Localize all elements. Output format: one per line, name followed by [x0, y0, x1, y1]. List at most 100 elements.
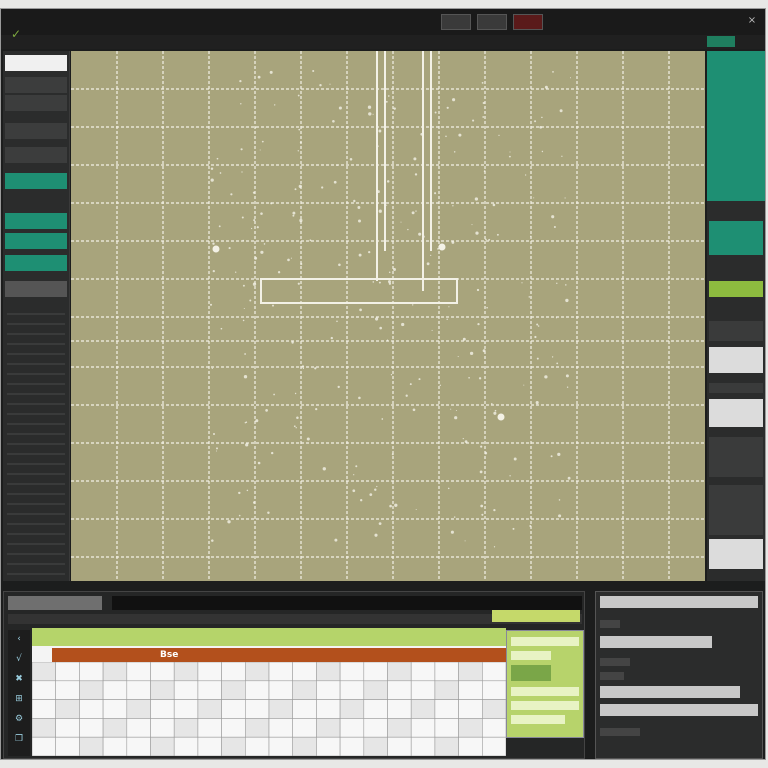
properties-row[interactable]	[511, 651, 551, 660]
tool-back-icon[interactable]: ‹	[11, 632, 27, 646]
spreadsheet-cell[interactable]	[268, 736, 294, 756]
spreadsheet-cell[interactable]	[387, 680, 412, 700]
left-panel-item[interactable]	[5, 213, 67, 229]
left-panel-item[interactable]	[5, 173, 67, 189]
spreadsheet-cell[interactable]	[316, 736, 341, 756]
spreadsheet-cell[interactable]	[387, 662, 412, 682]
properties-row[interactable]	[511, 687, 579, 696]
spreadsheet-cell[interactable]	[363, 662, 388, 682]
tool-gear-icon[interactable]: ⚙	[11, 712, 27, 726]
left-panel-item[interactable]	[5, 95, 67, 111]
spreadsheet-cell[interactable]	[292, 680, 317, 700]
title-tab[interactable]	[441, 14, 471, 30]
spreadsheet-cell[interactable]	[126, 736, 151, 756]
spreadsheet-cell[interactable]	[268, 699, 294, 719]
spreadsheet-cell[interactable]	[150, 718, 175, 738]
spreadsheet-cell[interactable]	[339, 680, 365, 700]
spreadsheet-cell[interactable]	[79, 680, 104, 700]
spreadsheet-cell[interactable]	[197, 662, 222, 682]
spreadsheet-cell[interactable]	[481, 718, 506, 738]
spreadsheet-cell[interactable]	[32, 718, 57, 738]
marker-dot[interactable]	[212, 245, 220, 253]
spreadsheet-cell[interactable]	[32, 699, 57, 719]
ok-button[interactable]	[707, 36, 735, 47]
spreadsheet-cell[interactable]	[410, 718, 436, 738]
spreadsheet-cell[interactable]	[221, 680, 246, 700]
spreadsheet-cell[interactable]	[434, 718, 459, 738]
marker-dot[interactable]	[497, 413, 505, 421]
spreadsheet-cell[interactable]	[150, 680, 175, 700]
spreadsheet-cell[interactable]	[339, 718, 365, 738]
spreadsheet-cell[interactable]	[79, 699, 104, 719]
spreadsheet-cell[interactable]	[221, 699, 246, 719]
spreadsheet-cell[interactable]	[221, 662, 246, 682]
spreadsheet-cell[interactable]	[173, 699, 199, 719]
spreadsheet-cell[interactable]	[434, 736, 459, 756]
spreadsheet-cell[interactable]	[173, 680, 199, 700]
right-panel-block[interactable]	[709, 383, 763, 393]
right-panel-block[interactable]	[709, 347, 763, 373]
inspector-bar[interactable]	[600, 704, 758, 716]
right-panel-block[interactable]	[709, 281, 763, 297]
spreadsheet-cell[interactable]	[150, 736, 175, 756]
right-panel-block[interactable]	[709, 539, 763, 569]
spreadsheet-cell[interactable]	[221, 736, 246, 756]
spreadsheet-cell[interactable]	[79, 662, 104, 682]
spreadsheet-cell[interactable]	[173, 662, 199, 682]
right-panel-block[interactable]	[709, 485, 763, 535]
spreadsheet-cell[interactable]	[363, 699, 388, 719]
spreadsheet-cell[interactable]	[292, 718, 317, 738]
spreadsheet-cell[interactable]	[268, 662, 294, 682]
apply-button[interactable]	[492, 610, 580, 622]
spreadsheet-cell[interactable]	[387, 699, 412, 719]
spreadsheet-cell[interactable]	[363, 680, 388, 700]
right-panel-block[interactable]	[709, 221, 763, 255]
spreadsheet-cell[interactable]	[102, 680, 128, 700]
spreadsheet-cell[interactable]	[481, 680, 506, 700]
spreadsheet-cell[interactable]	[458, 680, 483, 700]
spreadsheet-cell[interactable]	[245, 718, 270, 738]
spreadsheet-cell[interactable]	[245, 680, 270, 700]
spreadsheet-cell[interactable]	[458, 699, 483, 719]
left-panel-item[interactable]	[5, 123, 67, 139]
selection-rectangle[interactable]	[260, 278, 458, 304]
spreadsheet-cell[interactable]	[197, 680, 222, 700]
title-tab[interactable]	[513, 14, 543, 30]
spreadsheet-cell[interactable]	[102, 718, 128, 738]
spreadsheet-cell[interactable]	[32, 736, 57, 756]
spreadsheet-cell[interactable]	[363, 718, 388, 738]
spreadsheet-cell[interactable]	[410, 662, 436, 682]
left-panel-item[interactable]	[5, 255, 67, 271]
spreadsheet-cell[interactable]	[197, 699, 222, 719]
spreadsheet-cell[interactable]	[339, 662, 365, 682]
right-panel-block[interactable]	[709, 437, 763, 477]
spreadsheet-cell[interactable]	[292, 699, 317, 719]
spreadsheet-cell[interactable]	[458, 662, 483, 682]
left-panel-item[interactable]	[5, 77, 67, 93]
inspector-bar[interactable]	[600, 686, 740, 698]
spreadsheet-cell[interactable]	[126, 699, 151, 719]
spreadsheet-cell[interactable]	[268, 718, 294, 738]
spreadsheet-cell[interactable]	[434, 699, 459, 719]
spreadsheet-cell[interactable]	[316, 718, 341, 738]
title-tab[interactable]	[477, 14, 507, 30]
spreadsheet[interactable]: Bse	[32, 628, 506, 756]
spreadsheet-cell[interactable]	[245, 699, 270, 719]
spreadsheet-cell[interactable]	[410, 699, 436, 719]
spreadsheet-cell[interactable]	[126, 680, 151, 700]
spreadsheet-cell[interactable]	[434, 662, 459, 682]
spreadsheet-cell[interactable]	[197, 718, 222, 738]
spreadsheet-cell[interactable]	[387, 736, 412, 756]
close-icon[interactable]: ×	[745, 14, 759, 28]
spreadsheet-cell[interactable]	[221, 718, 246, 738]
spreadsheet-cell[interactable]	[458, 718, 483, 738]
spreadsheet-cell[interactable]	[55, 699, 80, 719]
tool-layers-icon[interactable]: ❐	[11, 732, 27, 746]
spreadsheet-cell[interactable]	[363, 736, 388, 756]
spreadsheet-cell[interactable]	[32, 680, 57, 700]
spreadsheet-cell[interactable]	[173, 718, 199, 738]
marker-dot[interactable]	[438, 243, 446, 251]
spreadsheet-cell[interactable]	[32, 662, 57, 682]
spreadsheet-cell[interactable]	[79, 718, 104, 738]
spreadsheet-cell[interactable]	[150, 699, 175, 719]
